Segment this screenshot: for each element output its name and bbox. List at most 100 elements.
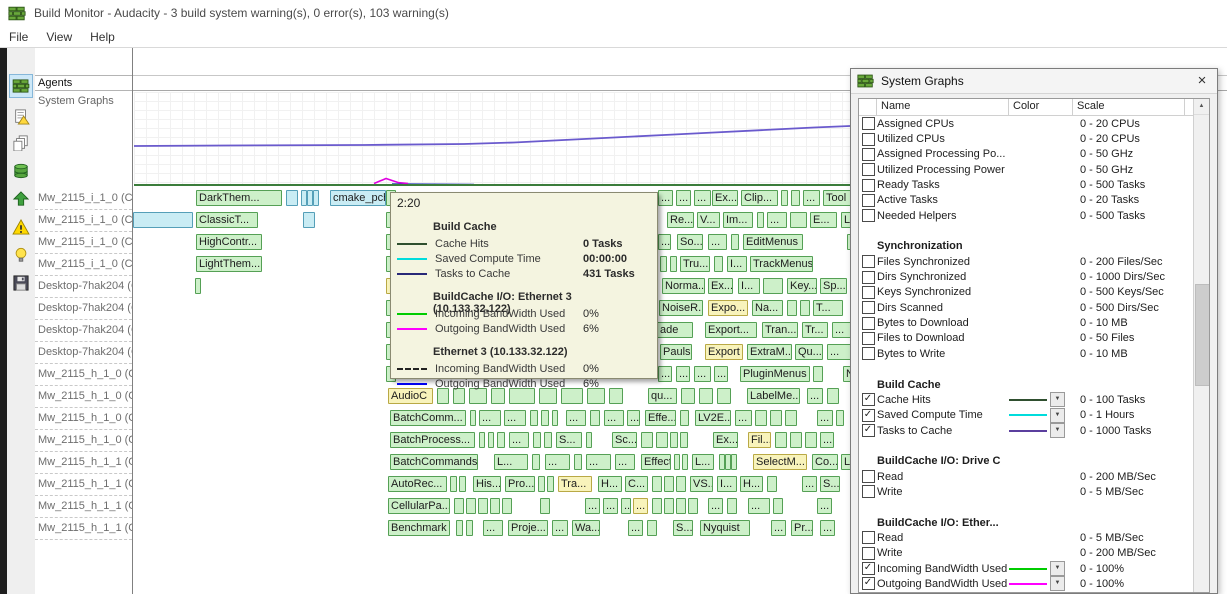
color-dropdown-icon[interactable]: ▼ xyxy=(1050,408,1065,423)
agent-row[interactable]: Mw_2115_i_1_0 (Co xyxy=(35,210,132,232)
menu-view[interactable]: View xyxy=(37,28,81,46)
series-name[interactable]: Ready Tasks xyxy=(877,179,1009,191)
task-bar[interactable]: Proje... xyxy=(508,520,548,536)
task-bar-small[interactable] xyxy=(767,476,777,492)
task-bar-small[interactable] xyxy=(781,190,788,206)
task-bar-small[interactable] xyxy=(676,498,686,514)
task-bar[interactable]: I... xyxy=(717,476,737,492)
task-bar[interactable]: ... xyxy=(586,454,611,470)
task-bar[interactable]: Tran... xyxy=(762,322,798,338)
task-bar-small[interactable] xyxy=(652,476,662,492)
task-bar[interactable]: ... xyxy=(694,366,711,382)
agent-row[interactable]: Mw_2115_h_1_1 (C xyxy=(35,518,132,540)
checkbox-unchecked[interactable] xyxy=(862,163,875,176)
task-bar[interactable]: Fil... xyxy=(748,432,771,448)
projects-icon[interactable] xyxy=(10,132,32,154)
task-bar-small[interactable] xyxy=(538,476,545,492)
checkbox-checked[interactable]: ✓ xyxy=(862,577,875,590)
task-bar-small[interactable] xyxy=(479,432,485,448)
system-graphs-chart[interactable] xyxy=(134,92,850,186)
task-bar-small[interactable] xyxy=(459,476,466,492)
task-bar[interactable]: ... xyxy=(483,520,503,536)
task-bar[interactable]: His... xyxy=(473,476,501,492)
task-bar-small[interactable] xyxy=(763,278,783,294)
task-bar[interactable]: Effe... xyxy=(645,410,676,426)
task-bar[interactable]: ... xyxy=(807,388,823,404)
task-bar[interactable]: Sp... xyxy=(820,278,847,294)
task-bar[interactable]: ... xyxy=(820,520,835,536)
task-bar-small[interactable] xyxy=(791,190,800,206)
agent-row[interactable]: Desktop-7hak204 (C xyxy=(35,276,132,298)
series-name[interactable]: Dirs Scanned xyxy=(877,302,1009,314)
task-bar-small[interactable] xyxy=(670,432,678,448)
save-icon[interactable] xyxy=(10,272,32,294)
series-name[interactable]: Active Tasks xyxy=(877,194,1009,206)
task-bar[interactable]: L... xyxy=(494,454,528,470)
task-bar[interactable]: ... xyxy=(604,410,624,426)
series-name[interactable]: Assigned CPUs xyxy=(877,118,1009,130)
agent-row[interactable]: Mw_2115_h_1_0 (C xyxy=(35,430,132,452)
task-bar[interactable]: ade xyxy=(657,322,693,338)
task-bar-small[interactable] xyxy=(590,410,600,426)
task-bar[interactable]: ... xyxy=(694,190,711,206)
agents-column-header[interactable]: Agents xyxy=(35,75,132,91)
task-bar-small[interactable] xyxy=(647,520,657,536)
checkbox-unchecked[interactable] xyxy=(862,117,875,130)
agent-row[interactable]: Mw_2115_h_1_0 (C xyxy=(35,364,132,386)
series-name[interactable]: Read xyxy=(877,532,1009,544)
series-name[interactable]: Files to Download xyxy=(877,332,1009,344)
checkbox-unchecked[interactable] xyxy=(862,286,875,299)
task-bar[interactable]: Na... xyxy=(752,300,783,316)
task-bar[interactable]: Ex... xyxy=(708,278,733,294)
task-bar[interactable]: ... xyxy=(820,432,834,448)
agent-row[interactable]: Mw_2115_h_1_1 (C xyxy=(35,452,132,474)
checkbox-checked[interactable]: ✓ xyxy=(862,562,875,575)
series-name[interactable]: Outgoing BandWidth Used xyxy=(877,578,1009,590)
checkbox-unchecked[interactable] xyxy=(862,332,875,345)
series-name[interactable]: Cache Hits xyxy=(877,394,1009,406)
checkbox-unchecked[interactable] xyxy=(862,194,875,207)
task-bar[interactable]: Sc... xyxy=(612,432,637,448)
menu-file[interactable]: File xyxy=(0,28,37,46)
checkbox-unchecked[interactable] xyxy=(862,317,875,330)
task-bar[interactable]: ... xyxy=(735,410,752,426)
task-bar-small[interactable] xyxy=(313,190,319,206)
checkbox-unchecked[interactable] xyxy=(862,255,875,268)
task-bar[interactable]: H... xyxy=(598,476,622,492)
task-bar-small[interactable] xyxy=(773,498,783,514)
task-bar-small[interactable] xyxy=(813,366,823,382)
task-bar[interactable]: S... xyxy=(556,432,582,448)
color-dropdown-icon[interactable]: ▼ xyxy=(1050,576,1065,591)
agent-row[interactable]: Mw_2115_h_1_1 (C xyxy=(35,496,132,518)
task-bar-small[interactable] xyxy=(790,432,802,448)
task-bar[interactable]: ... xyxy=(748,498,770,514)
task-bar-small[interactable] xyxy=(541,410,549,426)
color-dropdown-icon[interactable]: ▼ xyxy=(1050,392,1065,407)
task-bar-small[interactable] xyxy=(454,498,464,514)
build-progress-icon[interactable] xyxy=(10,75,32,97)
task-bar[interactable]: Pr... xyxy=(791,520,813,536)
task-bar-small[interactable] xyxy=(532,454,540,470)
task-bar[interactable]: Qu... xyxy=(795,344,823,360)
agent-row[interactable]: Mw_2115_h_1_1 (C xyxy=(35,474,132,496)
checkbox-checked[interactable]: ✓ xyxy=(862,393,875,406)
task-bar-small[interactable] xyxy=(530,410,538,426)
task-bar[interactable]: Expo... xyxy=(708,300,748,316)
color-dropdown-icon[interactable]: ▼ xyxy=(1050,561,1065,576)
task-bar[interactable]: LabelMe... xyxy=(747,388,800,404)
checkbox-unchecked[interactable] xyxy=(862,271,875,284)
task-bar[interactable]: I... xyxy=(738,278,760,294)
task-bar[interactable]: ... xyxy=(628,520,643,536)
task-bar[interactable]: E... xyxy=(810,212,837,228)
color-dropdown-icon[interactable]: ▼ xyxy=(1050,423,1065,438)
task-bar[interactable]: TrackMenus xyxy=(750,256,813,272)
task-bar-small[interactable] xyxy=(303,212,315,228)
task-bar-small[interactable] xyxy=(699,388,713,404)
task-bar[interactable]: Export xyxy=(705,344,743,360)
task-bar[interactable]: EditMenus xyxy=(743,234,803,250)
agent-row[interactable]: Mw_2115_i_1_0 (Co xyxy=(35,188,132,210)
task-bar[interactable]: Ex... xyxy=(712,190,738,206)
task-bar-small[interactable] xyxy=(731,234,739,250)
build-cache-icon[interactable] xyxy=(10,160,32,182)
agent-row[interactable]: Desktop-7hak204 (C xyxy=(35,320,132,342)
